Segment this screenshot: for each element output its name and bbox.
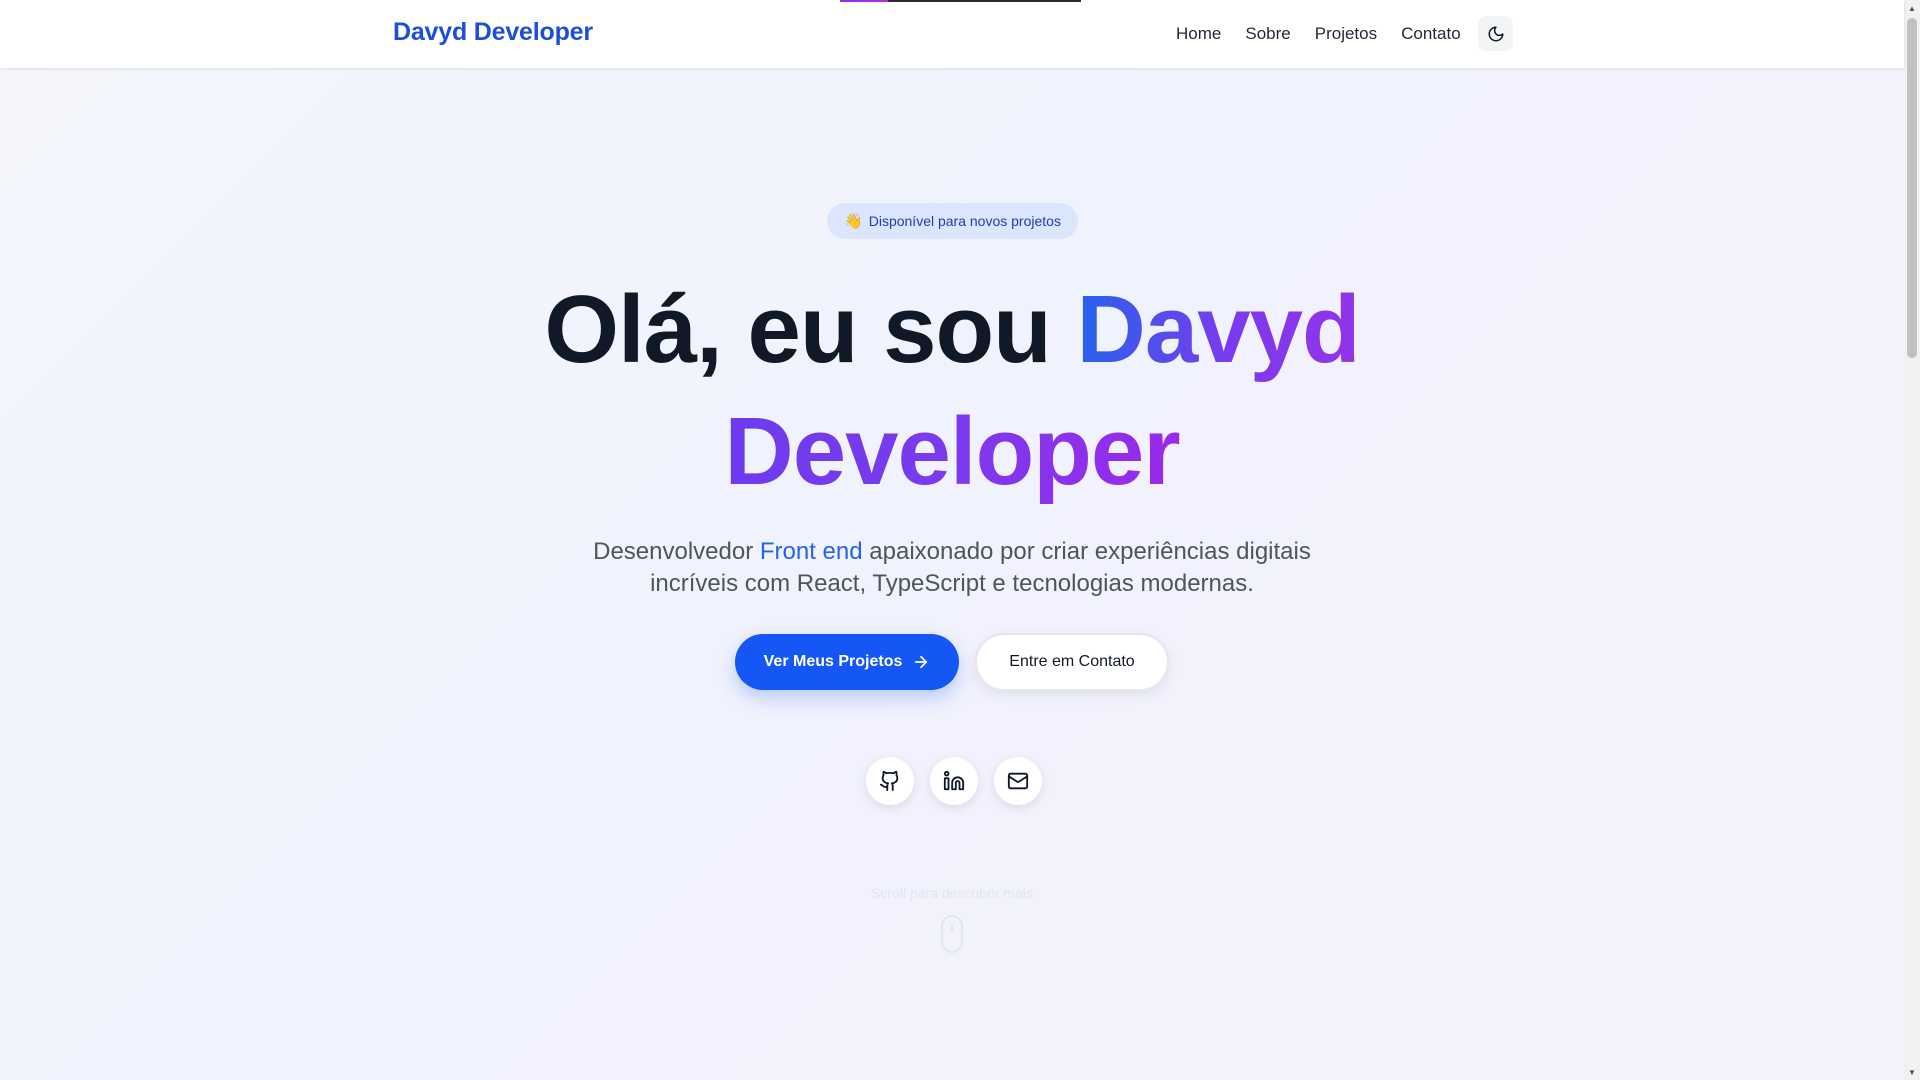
github-link[interactable] <box>866 757 914 805</box>
hero-subtitle: Desenvolvedor Front end apaixonado por c… <box>552 536 1352 600</box>
availability-badge-text: Disponível para novos projetos <box>868 213 1061 229</box>
contact-button[interactable]: Entre em Contato <box>975 633 1169 691</box>
moon-icon <box>1488 26 1503 41</box>
linkedin-link[interactable] <box>930 757 978 805</box>
subtitle-before: Desenvolvedor <box>593 538 760 565</box>
nav-item-contato[interactable]: Contato <box>1401 24 1461 44</box>
social-links <box>866 757 1042 805</box>
contact-button-label: Entre em Contato <box>1009 653 1135 670</box>
theme-toggle-button[interactable] <box>1478 16 1513 51</box>
scroll-up-arrow-icon[interactable]: ▲ <box>1904 0 1920 16</box>
mail-icon <box>1007 772 1029 790</box>
main-nav: Home Sobre Projetos Contato <box>1176 0 1485 68</box>
hero-title-line-2: Developer <box>0 392 1904 512</box>
waving-hand-icon: 👋 <box>844 212 863 230</box>
hero-title-prefix: Olá, eu sou <box>544 276 1077 383</box>
view-projects-label: Ver Meus Projetos <box>763 653 903 670</box>
site-logo[interactable]: Davyd Developer <box>393 18 593 47</box>
nav-item-home[interactable]: Home <box>1176 24 1221 44</box>
availability-badge: 👋 Disponível para novos projetos <box>827 203 1078 239</box>
site-header: Davyd Developer Home Sobre Projetos Cont… <box>0 0 1904 68</box>
scroll-hint-text: Scroll para descobrir mais <box>871 885 1033 901</box>
nav-item-projetos[interactable]: Projetos <box>1315 24 1377 44</box>
hero-title-line-1: Olá, eu sou Davyd <box>0 270 1904 390</box>
hero-title-name: Davyd <box>1076 276 1360 383</box>
scroll-progress-bar <box>840 0 1081 2</box>
hero-title-name-second: Developer <box>724 398 1180 505</box>
mouse-wheel <box>951 924 953 932</box>
arrow-right-icon <box>915 655 928 669</box>
page-scrollbar[interactable]: ▲ ▼ <box>1904 0 1920 1080</box>
scroll-down-arrow-icon[interactable]: ▼ <box>1904 1064 1920 1080</box>
scrollbar-thumb[interactable] <box>1907 18 1917 358</box>
view-projects-button[interactable]: Ver Meus Projetos <box>735 634 959 690</box>
scroll-mouse-icon <box>941 915 963 953</box>
scroll-progress-fill <box>840 0 889 2</box>
linkedin-icon <box>943 770 965 791</box>
subtitle-highlight: Front end <box>759 538 863 565</box>
email-link[interactable] <box>994 757 1042 805</box>
nav-item-sobre[interactable]: Sobre <box>1245 24 1290 44</box>
github-icon <box>879 770 899 792</box>
